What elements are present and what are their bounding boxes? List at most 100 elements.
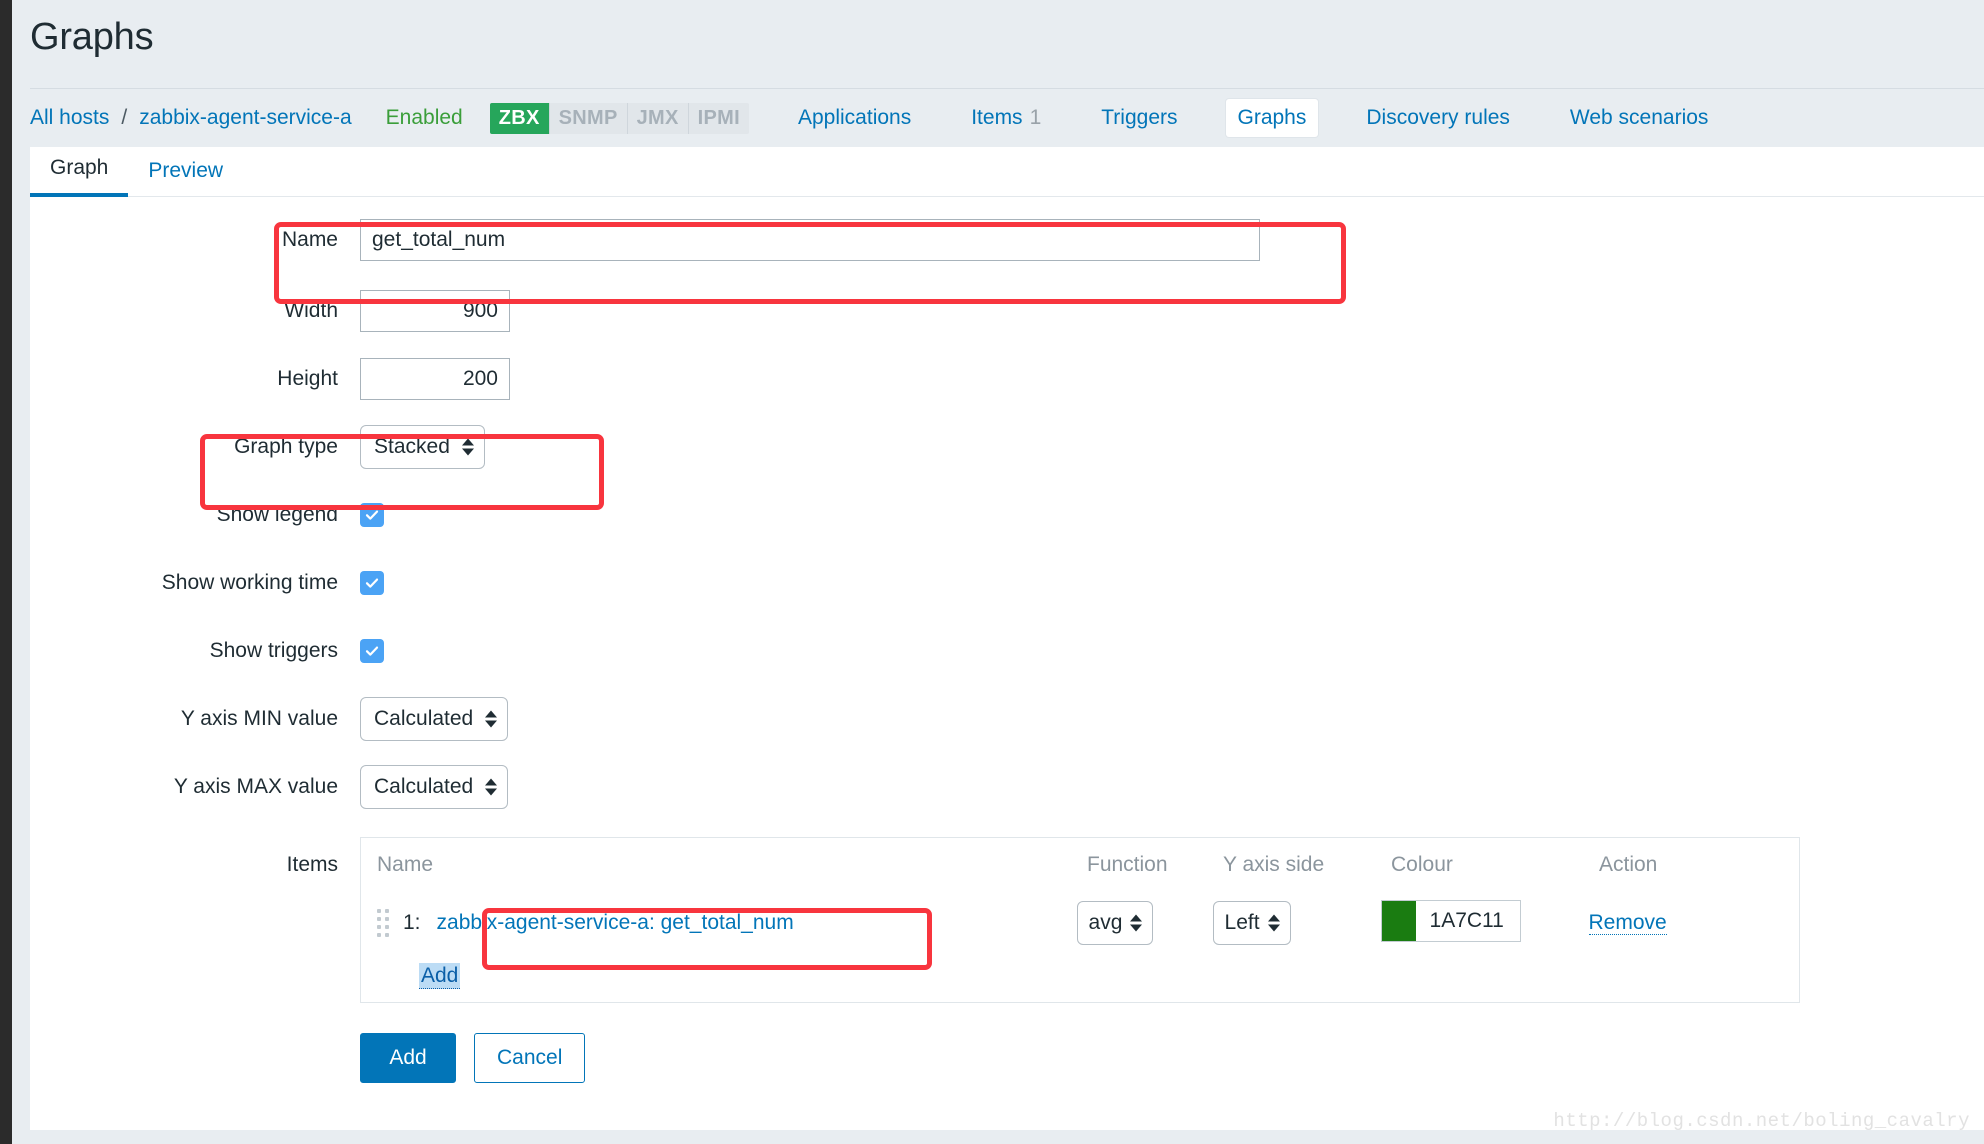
item-function-cell: avg [1076,901,1213,945]
availability-badge-jmx[interactable]: JMX [626,102,688,134]
form-row-show-legend: Show legend [30,481,1984,549]
y-max-control: Calculated [360,765,509,809]
nav-tab-web-scenarios[interactable]: Web scenarios [1558,99,1721,137]
item-action-cell: Remove [1588,911,1667,935]
form-row-y-min: Y axis MIN value Calculated [30,685,1984,753]
item-name-link[interactable]: zabbix-agent-service-a: get_total_num [437,911,794,934]
height-input[interactable] [360,358,510,400]
form-footer: Add Cancel [30,1003,1984,1113]
breadcrumb-separator: / [121,106,128,129]
show-legend-label: Show legend [216,503,338,526]
adjacent-window-strip [0,0,12,1144]
height-control [360,358,510,400]
form-row-graph-type: Graph type Stacked [30,413,1984,481]
nav-tab-items-count: 1 [1029,106,1042,129]
nav-tab-triggers[interactable]: Triggers [1089,99,1189,137]
items-label: Items [286,853,338,876]
show-working-time-control [360,571,384,595]
remove-item-link[interactable]: Remove [1588,911,1667,935]
host-status[interactable]: Enabled [386,106,463,130]
host-navigation-bar: All hosts / zabbix-agent-service-a Enabl… [30,89,1984,147]
item-index: 1: [403,911,421,934]
page-header: Graphs [30,0,1984,88]
form-row-show-triggers: Show triggers [30,617,1984,685]
tab-preview[interactable]: Preview [128,159,243,196]
item-yaxis-cell: Left [1212,901,1381,945]
submit-add-button[interactable]: Add [360,1033,456,1083]
show-legend-control [360,503,384,527]
show-working-time-checkbox[interactable] [360,571,384,595]
graph-type-value: Stacked [374,435,450,458]
show-triggers-control [360,639,384,663]
y-min-value: Calculated [374,707,474,730]
table-row: 1: zabbix-agent-service-a: get_total_num… [361,892,1799,954]
cancel-button[interactable]: Cancel [474,1033,586,1083]
items-header-name: Name [377,853,434,876]
form-row-name: Name [30,203,1984,277]
check-icon [365,646,379,656]
show-triggers-label: Show triggers [209,639,338,662]
chevron-updown-icon [485,778,498,796]
content-card: Graph Preview Name Width Height [30,147,1984,1130]
check-icon [365,510,379,520]
chevron-updown-icon [485,710,498,728]
availability-badge-snmp[interactable]: SNMP [548,102,627,134]
footer-buttons: Add Cancel [360,1033,586,1083]
chevron-updown-icon [1130,914,1143,932]
width-label: Width [284,299,338,322]
form-tabs: Graph Preview [30,147,1984,197]
item-colour-value: 1A7C11 [1429,909,1504,932]
availability-badges: ZBX SNMP JMX IPMI [489,102,750,135]
availability-badge-ipmi[interactable]: IPMI [687,102,749,134]
nav-tab-discovery-rules[interactable]: Discovery rules [1354,99,1522,137]
drag-handle-icon[interactable] [377,909,393,937]
items-header-function: Function [1087,853,1168,876]
nav-tab-graphs[interactable]: Graphs [1225,99,1319,137]
add-item-row: Add [361,954,1799,1002]
item-colour-cell: 1A7C11 [1380,900,1589,946]
item-function-select[interactable]: avg [1076,901,1154,945]
items-header-yaxis: Y axis side [1223,853,1325,876]
watermark: http://blog.csdn.net/boling_cavalry [1553,1110,1970,1132]
y-max-select[interactable]: Calculated [360,765,509,809]
left-gutter [12,0,30,1144]
show-legend-checkbox[interactable] [360,503,384,527]
form-row-items: Items Name Function Y axis side Colour A… [30,837,1984,1003]
show-triggers-checkbox[interactable] [360,639,384,663]
width-input[interactable] [360,290,510,332]
items-header-action: Action [1599,853,1658,876]
items-header-colour: Colour [1391,853,1453,876]
height-label: Height [277,367,338,390]
add-item-link[interactable]: Add [419,963,461,989]
form-row-show-working-time: Show working time [30,549,1984,617]
y-min-select[interactable]: Calculated [360,697,509,741]
graph-form: Name Width Height Graph [30,203,1984,1113]
page-title: Graphs [30,16,154,58]
app-window: Graphs All hosts / zabbix-agent-service-… [0,0,1984,1144]
form-row-y-max: Y axis MAX value Calculated [30,753,1984,821]
y-min-control: Calculated [360,697,509,741]
tab-graph[interactable]: Graph [30,156,129,197]
breadcrumb-all-hosts[interactable]: All hosts [30,106,109,130]
nav-tab-items-label: Items [971,106,1023,129]
y-max-label: Y axis MAX value [173,775,338,798]
form-row-height: Height [30,345,1984,413]
form-row-width: Width [30,277,1984,345]
breadcrumb-host-name[interactable]: zabbix-agent-service-a [139,106,351,130]
item-yaxis-select[interactable]: Left [1212,901,1291,945]
chevron-updown-icon [461,438,474,456]
name-control [360,219,1260,261]
graph-type-select[interactable]: Stacked [360,425,485,469]
items-panel: Name Function Y axis side Colour Action … [360,837,1800,1003]
check-icon [365,578,379,588]
name-input[interactable] [360,219,1260,261]
width-control [360,290,510,332]
colour-swatch[interactable] [1381,901,1416,941]
y-min-label: Y axis MIN value [180,707,338,730]
nav-tab-items[interactable]: Items 1 [959,99,1053,137]
nav-tab-applications[interactable]: Applications [786,99,923,137]
item-colour-picker[interactable]: 1A7C11 [1380,900,1521,942]
name-label: Name [281,228,338,251]
availability-badge-zbx[interactable]: ZBX [489,102,549,134]
y-max-value: Calculated [374,775,474,798]
